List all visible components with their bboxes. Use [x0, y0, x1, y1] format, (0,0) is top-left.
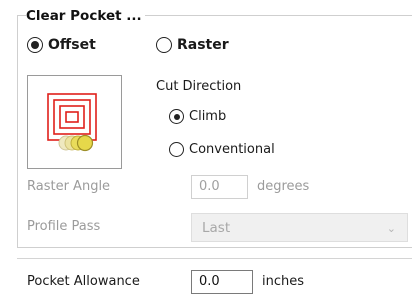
pocket-allowance-unit: inches	[262, 274, 305, 289]
climb-label: Climb	[189, 109, 227, 124]
offset-radio-indicator	[27, 37, 43, 53]
offset-label: Offset	[48, 37, 96, 53]
raster-label: Raster	[177, 37, 229, 53]
clear-pocket-panel: Clear Pocket ... Offset Raster Cut Direc…	[17, 2, 415, 300]
profile-pass-select[interactable]: Last ⌄	[191, 213, 408, 242]
pocket-offset-icon	[27, 75, 122, 169]
raster-radio[interactable]: Raster	[156, 37, 229, 53]
pocket-allowance-label: Pocket Allowance	[27, 274, 140, 289]
raster-angle-unit: degrees	[257, 179, 310, 194]
climb-radio-indicator	[169, 109, 184, 124]
separator	[17, 258, 412, 259]
conventional-radio-indicator	[169, 142, 184, 157]
pocket-allowance-input[interactable]: 0.0	[191, 270, 253, 294]
profile-pass-value: Last	[202, 220, 231, 236]
conventional-label: Conventional	[189, 142, 275, 157]
group-title: Clear Pocket ...	[26, 8, 145, 24]
chevron-down-icon: ⌄	[386, 222, 396, 235]
raster-radio-indicator	[156, 37, 172, 53]
raster-angle-label: Raster Angle	[27, 179, 111, 194]
profile-pass-label: Profile Pass	[27, 219, 101, 234]
conventional-radio[interactable]: Conventional	[169, 142, 275, 157]
climb-radio[interactable]: Climb	[169, 109, 226, 124]
cut-direction-title: Cut Direction	[156, 79, 242, 94]
offset-radio[interactable]: Offset	[27, 37, 96, 53]
raster-angle-input[interactable]: 0.0	[191, 175, 248, 199]
